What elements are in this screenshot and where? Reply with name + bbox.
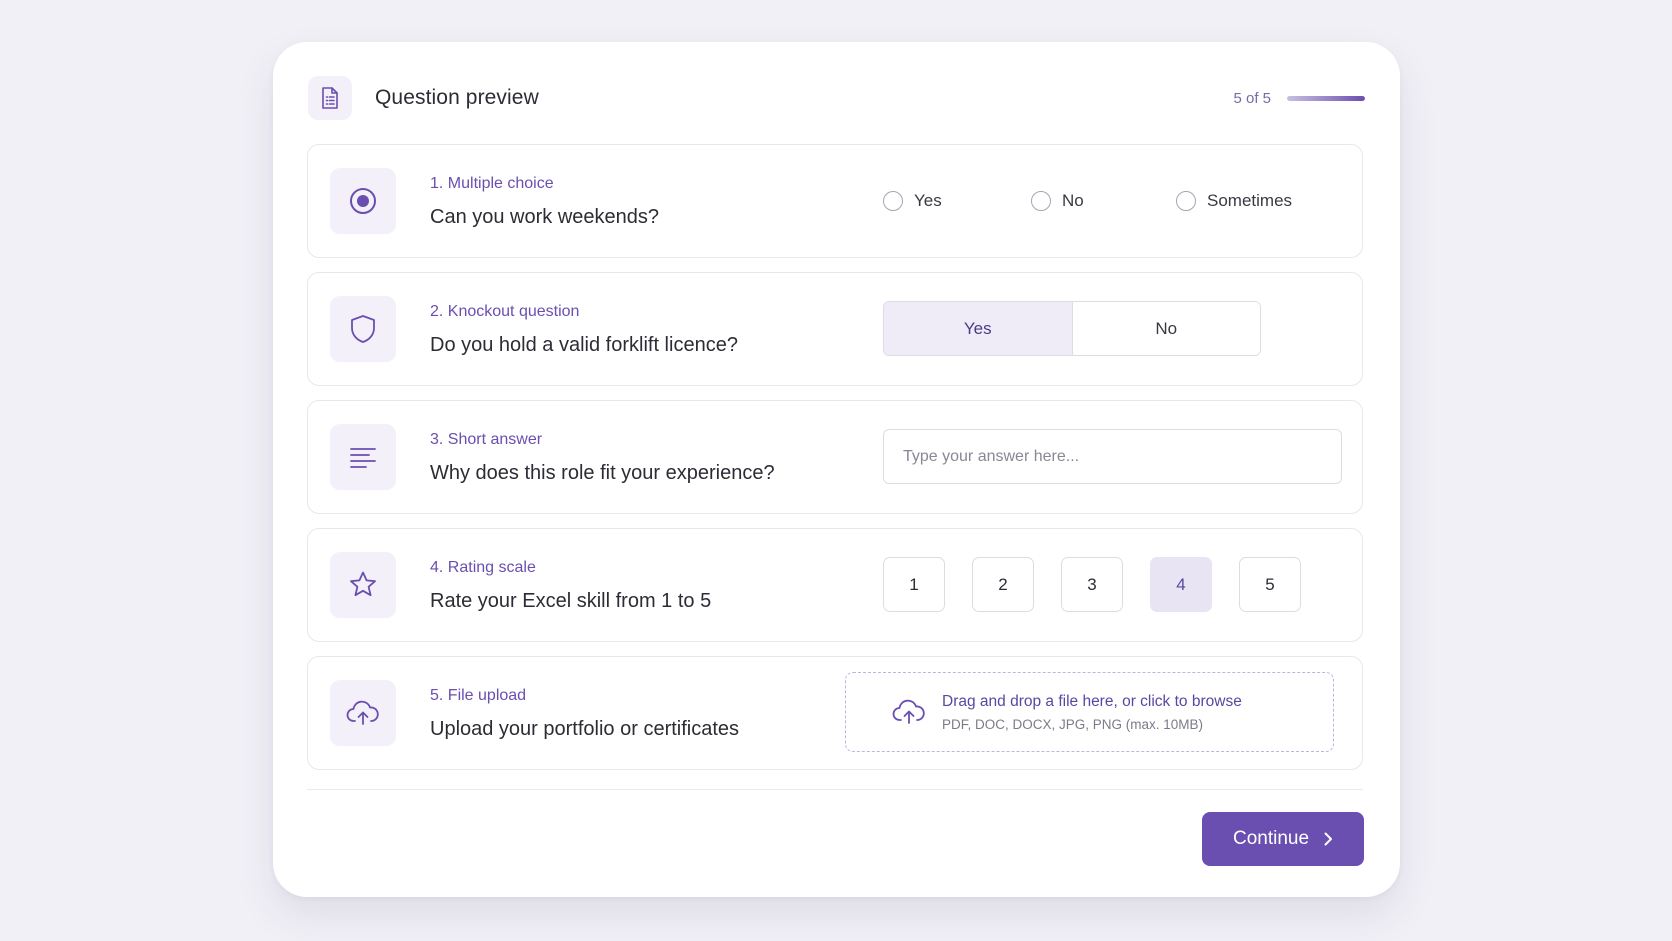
short-answer-input[interactable] bbox=[883, 429, 1342, 484]
yes-no-toggle: Yes No bbox=[883, 301, 1261, 356]
continue-button-label: Continue bbox=[1232, 828, 1310, 849]
progress-text: 5 of 5 bbox=[1233, 89, 1271, 107]
star-icon bbox=[330, 552, 396, 618]
radio-option-yes[interactable]: Yes bbox=[883, 191, 1031, 211]
question-card-multiple-choice: 1. Multiple choice Can you work weekends… bbox=[307, 144, 1363, 258]
question-type-label: 1. Multiple choice bbox=[430, 175, 554, 192]
radio-option-label: Yes bbox=[914, 191, 942, 210]
text-lines-icon bbox=[330, 424, 396, 490]
question-type-label: 5. File upload bbox=[430, 687, 527, 704]
toggle-no-button[interactable]: No bbox=[1072, 302, 1260, 355]
question-card-file-upload: 5. File upload Upload your portfolio or … bbox=[307, 656, 1363, 770]
rating-option-1[interactable]: 1 bbox=[883, 557, 945, 612]
radio-button-icon bbox=[330, 168, 396, 234]
radio-option-sometimes[interactable]: Sometimes bbox=[1176, 191, 1292, 211]
question-text: Rate your Excel skill from 1 to 5 bbox=[430, 590, 712, 612]
rating-scale: 1 2 3 4 5 bbox=[883, 557, 1328, 612]
question-preview-card: Question preview 5 of 5 1. Multiple choi… bbox=[273, 42, 1400, 897]
question-text: Do you hold a valid forklift licence? bbox=[430, 334, 738, 356]
radio-circle-icon[interactable] bbox=[1176, 191, 1196, 211]
radio-option-no[interactable]: No bbox=[1031, 191, 1176, 211]
drop-zone-file-types: PDF, DOC, DOCX, JPG, PNG (max. 10MB) bbox=[942, 716, 1204, 732]
drop-zone-instruction: Drag and drop a file here, or click to b… bbox=[942, 692, 1242, 710]
question-type-label: 4. Rating scale bbox=[430, 559, 536, 576]
question-type-label: 3. Short answer bbox=[430, 431, 543, 448]
card-header: Question preview 5 of 5 bbox=[308, 76, 1365, 120]
document-list-icon bbox=[308, 76, 352, 120]
rating-option-3[interactable]: 3 bbox=[1061, 557, 1123, 612]
rating-option-5[interactable]: 5 bbox=[1239, 557, 1301, 612]
shield-icon bbox=[330, 296, 396, 362]
radio-group: Yes No Sometimes bbox=[883, 191, 1292, 211]
question-type-label: 2. Knockout question bbox=[430, 303, 580, 320]
progress-indicator: 5 of 5 bbox=[1233, 90, 1365, 107]
question-text: Why does this role fit your experience? bbox=[430, 462, 775, 484]
radio-option-label: No bbox=[1062, 191, 1084, 210]
drop-zone-text: Drag and drop a file here, or click to b… bbox=[942, 693, 1242, 732]
rating-option-2[interactable]: 2 bbox=[972, 557, 1034, 612]
chevron-right-icon bbox=[1323, 831, 1333, 847]
radio-circle-icon[interactable] bbox=[883, 191, 903, 211]
rating-option-4[interactable]: 4 bbox=[1150, 557, 1212, 612]
progress-bar-fill bbox=[1287, 95, 1365, 101]
question-card-knockout: 2. Knockout question Do you hold a valid… bbox=[307, 272, 1363, 386]
radio-option-label: Sometimes bbox=[1207, 191, 1293, 210]
question-card-short-answer: 3. Short answer Why does this role fit y… bbox=[307, 400, 1363, 514]
cloud-upload-icon bbox=[330, 680, 396, 746]
continue-button[interactable]: Continue bbox=[1202, 812, 1364, 866]
question-card-rating: 4. Rating scale Rate your Excel skill fr… bbox=[307, 528, 1363, 642]
question-text: Upload your portfolio or certificates bbox=[430, 718, 740, 740]
page-title: Question preview bbox=[375, 86, 539, 109]
question-text: Can you work weekends? bbox=[430, 206, 660, 228]
progress-bar bbox=[1287, 95, 1365, 101]
footer-divider bbox=[307, 789, 1363, 790]
radio-circle-icon[interactable] bbox=[1031, 191, 1051, 211]
toggle-yes-button[interactable]: Yes bbox=[884, 302, 1073, 355]
cloud-upload-icon bbox=[892, 695, 926, 729]
file-drop-zone[interactable]: Drag and drop a file here, or click to b… bbox=[845, 672, 1334, 752]
